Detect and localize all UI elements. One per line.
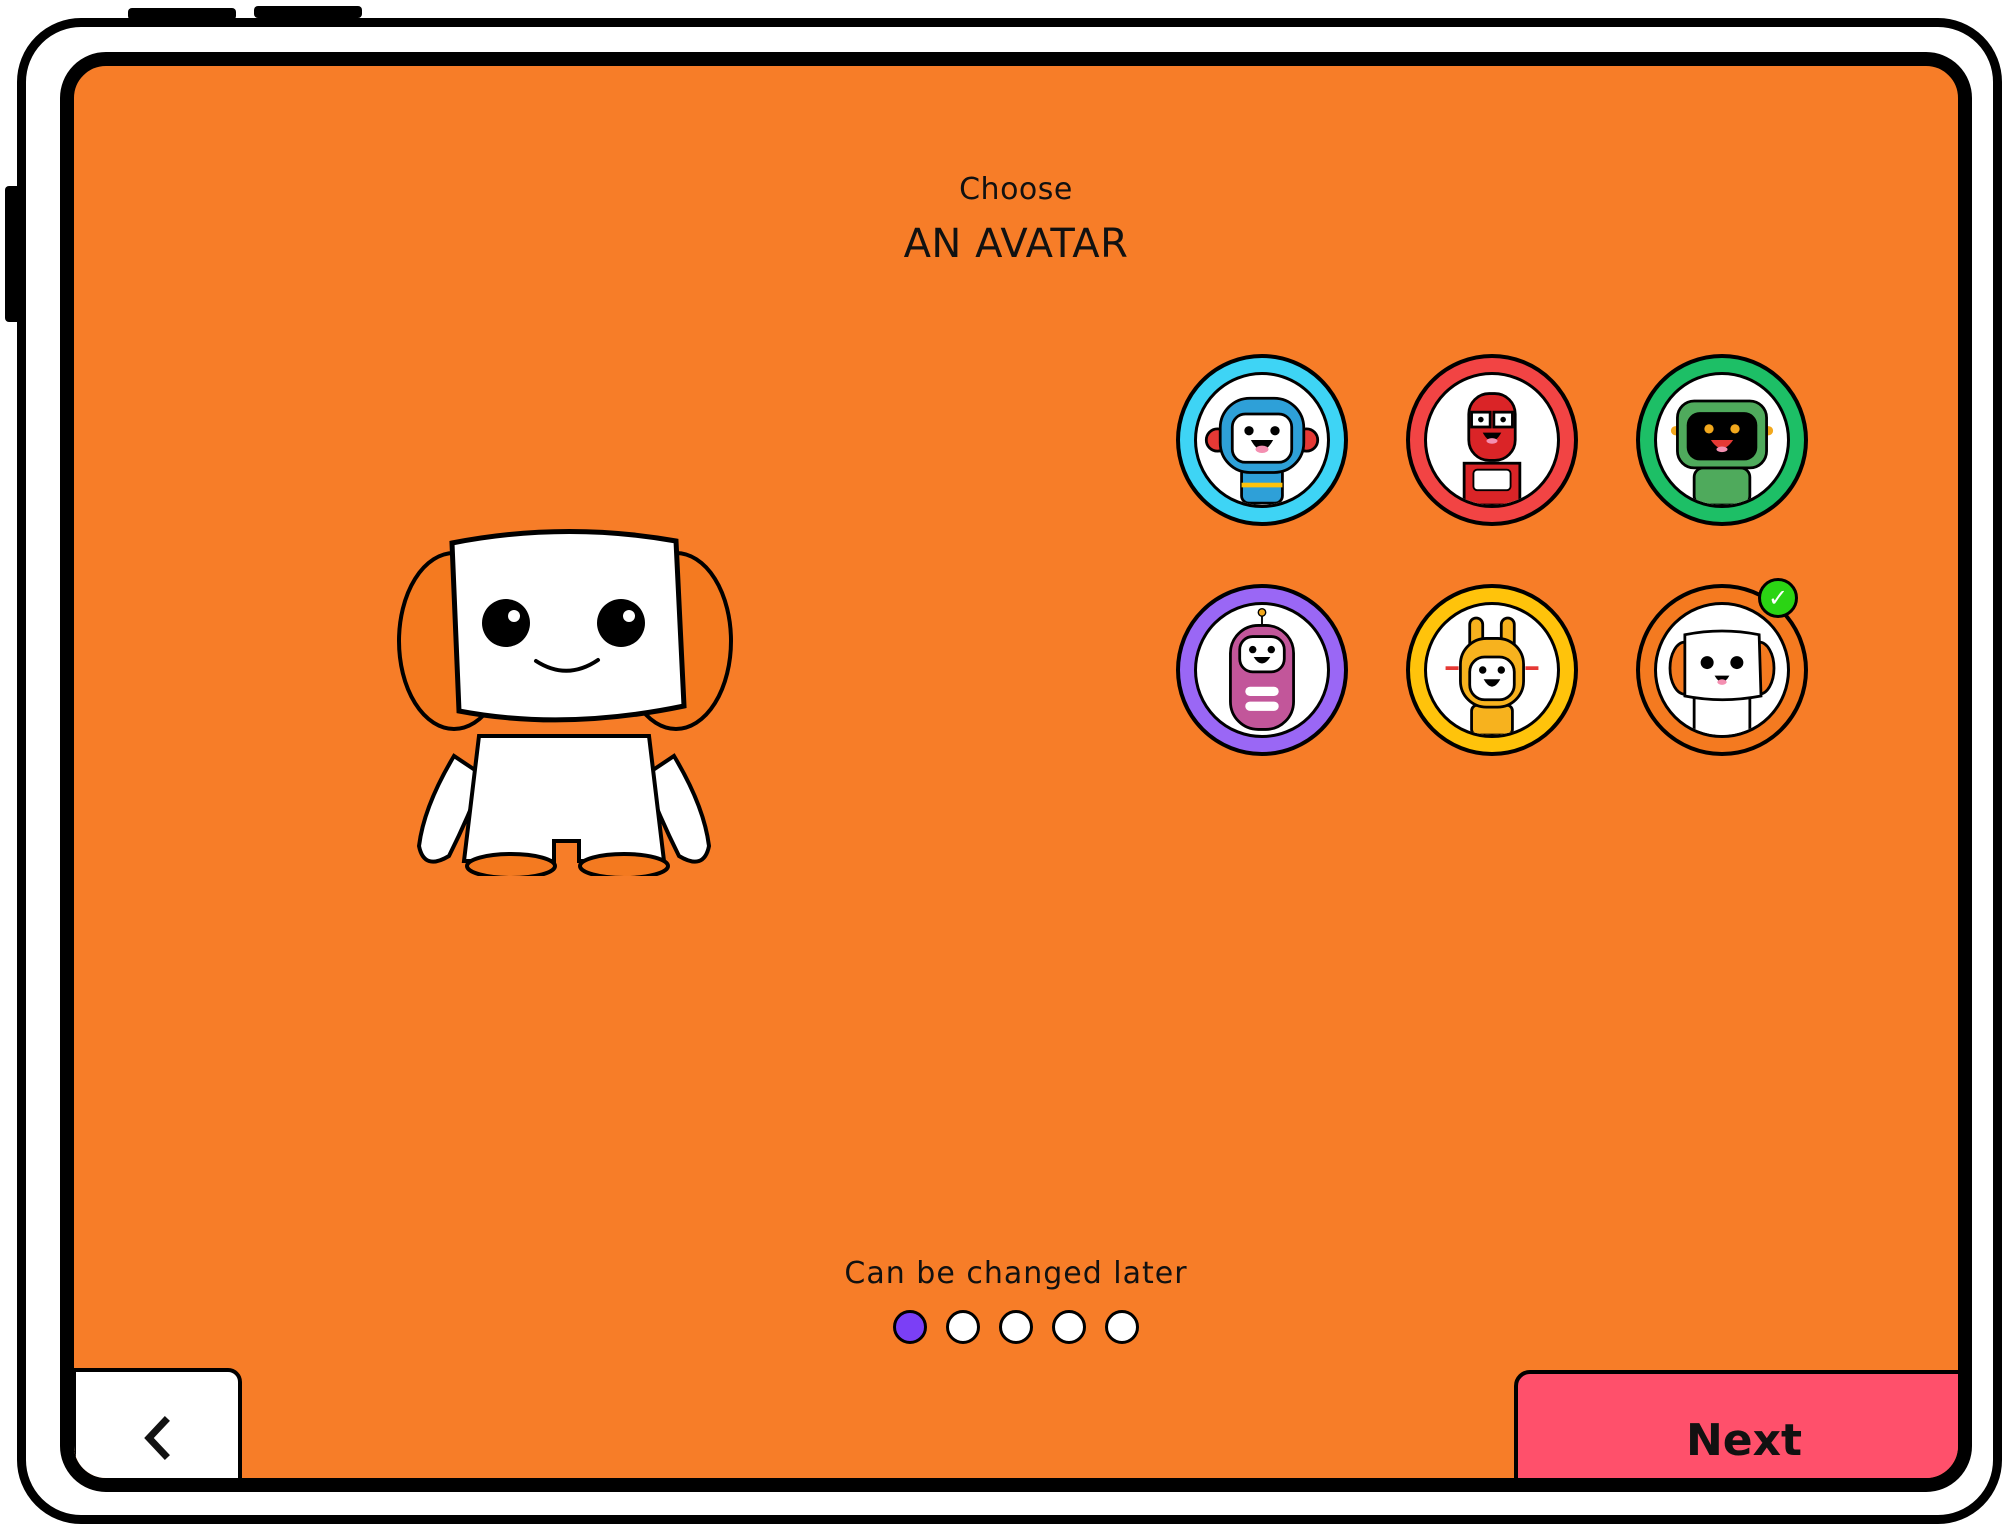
hero-left-foot — [465, 852, 557, 876]
selected-avatar-preview — [397, 529, 733, 876]
yellow-bunny-robot-icon — [1445, 616, 1539, 735]
avatar-option-green-screen-robot[interactable] — [1636, 354, 1808, 526]
progress-dot-1 — [893, 1310, 927, 1344]
title-choose: Choose — [959, 172, 1073, 207]
progress-dot-4 — [1052, 1310, 1086, 1344]
white-orange-robot-icon — [1668, 629, 1776, 735]
blue-astronaut-icon — [1204, 396, 1320, 505]
tablet-top-button-1 — [128, 8, 236, 20]
progress-dot-2 — [946, 1310, 980, 1344]
checkmark-icon: ✓ — [1767, 584, 1789, 612]
red-glasses-robot-icon — [1462, 392, 1522, 505]
avatar-option-blue-astronaut[interactable] — [1176, 354, 1348, 526]
green-screen-robot-icon — [1670, 399, 1774, 505]
progress-dot-5 — [1105, 1310, 1139, 1344]
progress-dots — [74, 1310, 1958, 1344]
title-an-avatar: AN AVATAR — [903, 221, 1129, 267]
pink-capsule-robot-icon — [1229, 608, 1295, 731]
avatar-option-pink-capsule-robot[interactable] — [1176, 584, 1348, 756]
back-button[interactable] — [74, 1368, 242, 1478]
hero-right-eye — [597, 599, 645, 647]
tablet-top-button-2 — [254, 6, 362, 18]
app-screen: Choose AN AVATAR ✓ Can be changed later … — [60, 52, 1972, 1492]
chevron-left-icon — [144, 1416, 170, 1460]
avatar-option-yellow-bunny-robot[interactable] — [1406, 584, 1578, 756]
hero-right-foot — [578, 852, 670, 876]
next-button[interactable]: Next — [1514, 1370, 1958, 1478]
tablet-side-button — [5, 186, 25, 322]
hero-left-eye — [482, 599, 530, 647]
progress-dot-3 — [999, 1310, 1033, 1344]
avatar-option-red-glasses-robot[interactable] — [1406, 354, 1578, 526]
hint-text: Can be changed later — [844, 1256, 1188, 1291]
avatar-option-white-orange-robot[interactable]: ✓ — [1636, 578, 1808, 756]
hero-body — [461, 734, 667, 863]
selected-check-badge: ✓ — [1758, 578, 1798, 618]
